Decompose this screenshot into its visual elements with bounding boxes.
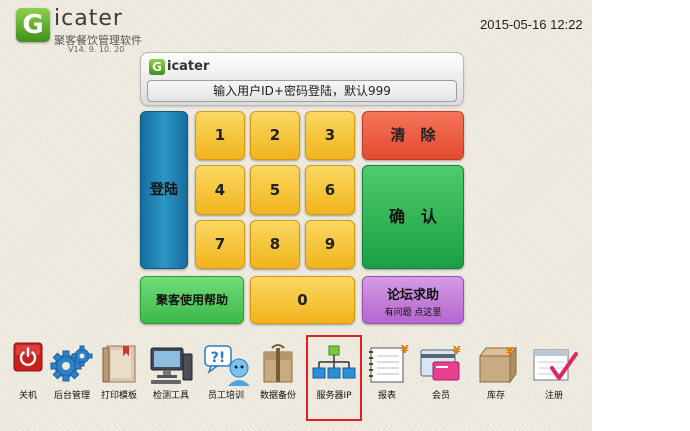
- toolbar-staff-training[interactable]: ?! 员工培训: [198, 342, 254, 402]
- key-5[interactable]: 5: [250, 165, 300, 215]
- toolbar-members[interactable]: ¥ 会员: [413, 342, 469, 402]
- datetime: 2015-05-16 12:22: [480, 17, 583, 32]
- login-input-display[interactable]: 输入用户ID+密码登陆，默认999: [147, 80, 457, 102]
- key-9[interactable]: 9: [305, 220, 355, 269]
- svg-text:¥: ¥: [401, 343, 409, 356]
- ledger-icon: ¥: [369, 343, 409, 383]
- toolbar-label: 打印模板: [100, 391, 137, 401]
- confirm-button[interactable]: 确 认: [362, 165, 464, 269]
- panel-logo-name: icater: [167, 59, 210, 74]
- logo-name: icater: [54, 6, 123, 31]
- toolbar-label: 报表: [377, 391, 396, 401]
- svg-text:¥: ¥: [506, 345, 514, 358]
- app-logo: G icater 聚客餐饮管理软件 V14. 9. 10. 20: [16, 6, 166, 54]
- panel-logo-g-icon: G: [149, 59, 165, 75]
- login-button[interactable]: 登陆: [140, 111, 188, 269]
- inventory-box-icon: ¥: [479, 345, 517, 384]
- app-version: V14. 9. 10. 20: [68, 45, 125, 54]
- print-template-icon: [102, 345, 136, 383]
- key-1[interactable]: 1: [195, 111, 245, 160]
- toolbar-label: 库存: [486, 391, 505, 401]
- clear-button[interactable]: 清 除: [362, 111, 464, 160]
- computer-icon: [150, 347, 193, 384]
- login-button-label: 登陆: [150, 182, 178, 198]
- toolbar-data-backup[interactable]: 数据备份: [250, 342, 306, 402]
- svg-text:?!: ?!: [211, 350, 226, 366]
- key-4[interactable]: 4: [195, 165, 245, 215]
- right-blank-area: [592, 0, 690, 431]
- help-bubble-icon: ?!: [204, 345, 250, 386]
- toolbar-reports[interactable]: ¥ 报表: [359, 342, 415, 402]
- member-card-icon: ¥: [420, 344, 461, 381]
- power-icon: [13, 342, 43, 372]
- forum-help-sublabel: 有问题 点这里: [384, 308, 442, 318]
- toolbar-label: 检测工具: [152, 391, 189, 401]
- svg-text:¥: ¥: [453, 344, 461, 357]
- forum-help-label: 论坛求助: [386, 288, 439, 303]
- login-prompt-panel: G icater 输入用户ID+密码登陆，默认999: [140, 52, 464, 106]
- toolbar-test-tools[interactable]: 检测工具: [143, 342, 199, 402]
- key-6[interactable]: 6: [305, 165, 355, 215]
- key-3[interactable]: 3: [305, 111, 355, 160]
- toolbar-label: 数据备份: [259, 391, 296, 401]
- calendar-check-icon: [533, 349, 578, 381]
- toolbar-label: 注册: [544, 391, 563, 401]
- toolbar-inventory[interactable]: ¥ 库存: [468, 342, 524, 402]
- selection-highlight: [306, 335, 362, 421]
- package-icon: [263, 344, 293, 383]
- key-7[interactable]: 7: [195, 220, 245, 269]
- gears-icon: [50, 345, 93, 382]
- key-2[interactable]: 2: [250, 111, 300, 160]
- help-button[interactable]: 聚客使用帮助: [140, 276, 244, 324]
- forum-help-button[interactable]: 论坛求助 有问题 点这里: [362, 276, 464, 324]
- toolbar-register[interactable]: 注册: [526, 342, 582, 402]
- toolbar-label: 员工培训: [207, 391, 244, 401]
- toolbar-print-template[interactable]: 打印模板: [91, 342, 147, 402]
- logo-g-badge: G: [16, 8, 50, 42]
- key-0[interactable]: 0: [250, 276, 355, 324]
- toolbar-label: 会员: [431, 391, 450, 401]
- key-8[interactable]: 8: [250, 220, 300, 269]
